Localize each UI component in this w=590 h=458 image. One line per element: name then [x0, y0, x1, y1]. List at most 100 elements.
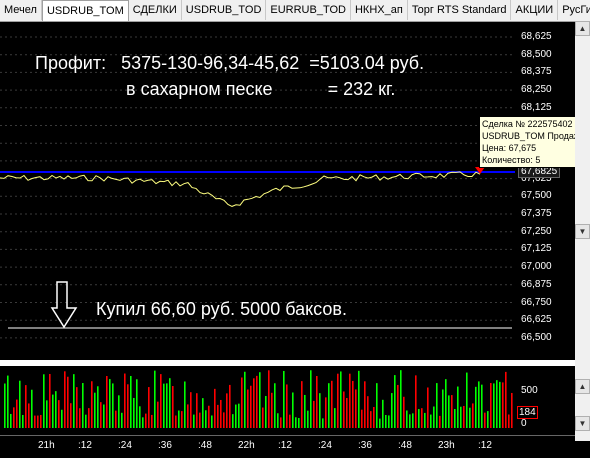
volume-bar [328, 383, 330, 428]
volume-bar [61, 409, 63, 428]
volume-bar [235, 404, 237, 428]
volume-bar [418, 409, 420, 428]
volume-bar [79, 408, 81, 428]
volume-bar [133, 397, 135, 428]
price-tick: 66,750 [521, 296, 552, 308]
volume-bar [253, 378, 255, 428]
volume-bar [136, 379, 138, 428]
volume-bar [211, 415, 213, 428]
profit-annotation: Профит: 5375-130-96,34-45,62 =5103.04 ру… [35, 53, 425, 73]
time-tick: :12 [278, 440, 292, 451]
volume-bar [292, 392, 294, 428]
volume-bar [82, 383, 84, 428]
time-tick: 23h [438, 440, 455, 451]
volume-bar [76, 387, 78, 428]
tab-4[interactable]: EURRUB_TOD [266, 0, 351, 20]
volume-bar [397, 384, 399, 428]
volume-chart-svg [4, 370, 513, 428]
volume-bar [511, 392, 513, 428]
scroll-down-icon[interactable]: ▼ [575, 224, 590, 239]
tab-3[interactable]: USDRUB_TOD [182, 0, 267, 20]
volume-bar [430, 414, 432, 428]
volume-bar [457, 386, 459, 428]
volume-bar [301, 381, 303, 428]
volume-bar [490, 383, 492, 428]
volume-bar [271, 392, 273, 428]
volume-bar [484, 412, 486, 428]
volume-bar [40, 414, 42, 428]
volume-bar [118, 395, 120, 428]
volume-bar [400, 370, 402, 428]
volume-bar [277, 413, 279, 428]
volume-bar [190, 392, 192, 428]
tooltip-quantity: Количество: 5 [482, 155, 541, 165]
price-chart[interactable]: Профит: 5375-130-96,34-45,62 =5103.04 ру… [0, 21, 515, 360]
volume-bar [403, 396, 405, 428]
volume-bar [340, 371, 342, 428]
volume-bar [355, 389, 357, 428]
tab-7[interactable]: АКЦИИ [511, 0, 559, 20]
volume-bar [391, 393, 393, 428]
tab-8[interactable]: РусГидро [558, 0, 590, 20]
price-series-line [0, 171, 481, 207]
volume-bar [319, 393, 321, 428]
time-tick: :12 [78, 440, 92, 451]
price-tick: 67,125 [521, 243, 552, 255]
volume-tick-500: 500 [521, 385, 538, 396]
tooltip-instrument: USDRUB_TOM Продажа [482, 131, 577, 141]
tab-5[interactable]: НКНХ_ап [351, 0, 408, 20]
volume-bar [427, 387, 429, 428]
volume-bar [298, 417, 300, 428]
tab-bar: Мечел USDRUB_TOM СДЕЛКИ USDRUB_TOD EURRUB_TO… [0, 0, 590, 22]
volume-bar [229, 384, 231, 428]
time-tick: :48 [198, 440, 212, 451]
volume-tick-0: 0 [521, 418, 527, 429]
volume-bar [52, 394, 54, 428]
tab-1[interactable]: USDRUB_TOM [41, 0, 129, 21]
volume-bar [142, 417, 144, 428]
tab-0[interactable]: Мечел [0, 0, 42, 20]
volume-bar [25, 385, 27, 428]
time-tick: :12 [478, 440, 492, 451]
volume-scroll-up-icon[interactable]: ▲ [575, 379, 590, 394]
volume-bar [34, 415, 36, 428]
volume-bar [13, 407, 15, 428]
volume-bar [436, 383, 438, 428]
scroll-up-icon[interactable]: ▲ [575, 21, 590, 36]
volume-scroll-down-icon[interactable]: ▼ [575, 416, 590, 431]
volume-bar [337, 373, 339, 428]
volume-bar [415, 375, 417, 428]
volume-bar [331, 380, 333, 428]
price-axis: 68,62568,50068,37568,25068,12568,00067,8… [515, 21, 575, 360]
time-tick: 21h [38, 440, 55, 451]
volume-bar [496, 380, 498, 428]
volume-bar [421, 408, 423, 428]
volume-bar [295, 417, 297, 428]
volume-bar [469, 407, 471, 428]
tab-2[interactable]: СДЕЛКИ [129, 0, 182, 20]
volume-bar [343, 391, 345, 428]
volume-chart[interactable] [0, 366, 515, 432]
price-tick: 66,625 [521, 314, 552, 326]
volume-bar [49, 373, 51, 428]
volume-bar [130, 375, 132, 428]
volume-bar [307, 410, 309, 428]
volume-bar [241, 377, 243, 428]
volume-bar [169, 378, 171, 428]
vertical-scrollbar[interactable]: ▲ ▼ ▲ ▼ [575, 21, 590, 441]
tab-6[interactable]: Торг RTS Standard [408, 0, 512, 20]
volume-bar [481, 384, 483, 428]
volume-bar [334, 408, 336, 428]
volume-bar [376, 383, 378, 428]
volume-bar [250, 385, 252, 428]
volume-bar [199, 412, 201, 428]
price-tick: 68,375 [521, 66, 552, 78]
volume-bar [358, 370, 360, 428]
volume-bar [184, 381, 186, 428]
volume-bar [226, 393, 228, 428]
volume-bar [280, 417, 282, 428]
volume-bar [103, 404, 105, 428]
time-axis: 21h:12:24:36:48 22h:12:24:36:48 23h:12 [0, 435, 575, 458]
volume-bar [349, 373, 351, 428]
volume-bar [193, 414, 195, 428]
